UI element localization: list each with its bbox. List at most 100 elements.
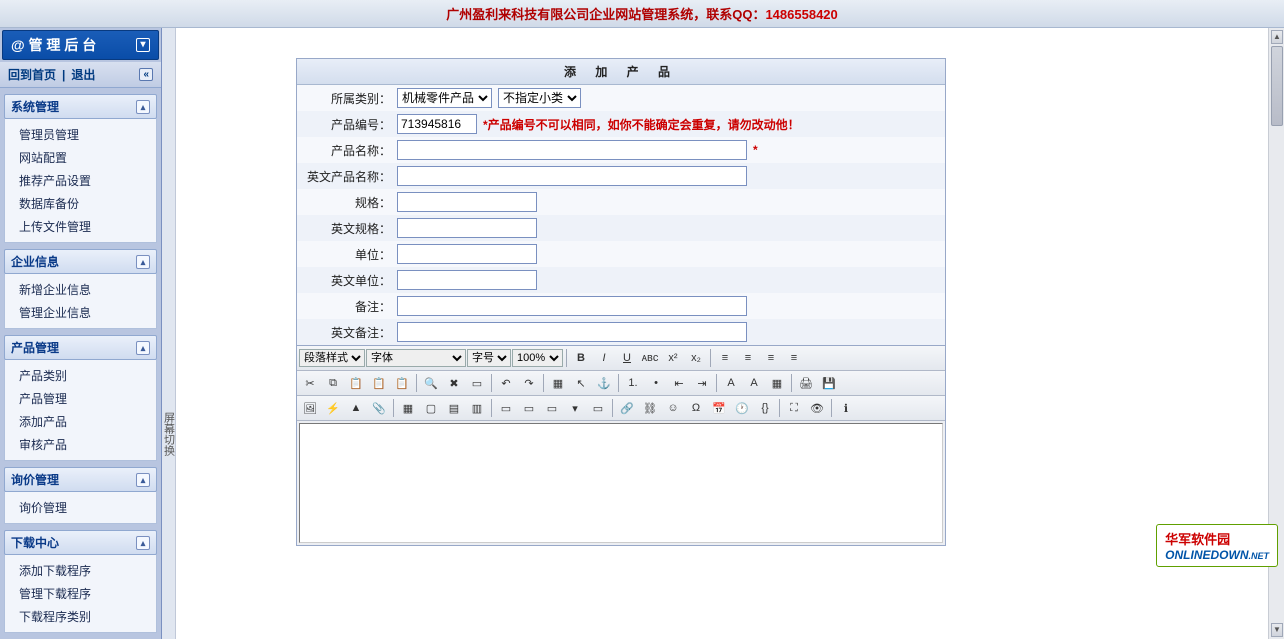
chevron-down-icon[interactable]: ▾ <box>136 38 150 52</box>
editor-textarea[interactable] <box>299 423 943 543</box>
time-icon[interactable]: 🕐 <box>731 398 753 418</box>
spec-en-input[interactable] <box>397 218 537 238</box>
backcolor-icon[interactable]: A <box>743 373 765 393</box>
menu-header-company[interactable]: 企业信息 ▴ <box>4 249 157 274</box>
scroll-thumb[interactable] <box>1271 46 1283 126</box>
menu-header-download[interactable]: 下载中心 ▴ <box>4 530 157 555</box>
menu-header-product[interactable]: 产品管理 ▴ <box>4 335 157 360</box>
copy-icon[interactable]: ⧉ <box>322 373 344 393</box>
paste-word-icon[interactable]: 📋 <box>391 373 413 393</box>
superscript-icon[interactable]: x² <box>662 348 684 368</box>
subscript-icon[interactable]: x₂ <box>685 348 707 368</box>
form-icon[interactable]: ▭ <box>495 398 517 418</box>
undo-icon[interactable]: ↶ <box>495 373 517 393</box>
font-family-select[interactable]: 字体 <box>366 349 466 367</box>
date-icon[interactable]: 📅 <box>708 398 730 418</box>
flash-icon[interactable]: ⚡ <box>322 398 344 418</box>
select-all-icon[interactable]: ▦ <box>547 373 569 393</box>
scroll-up-icon[interactable]: ▲ <box>1271 30 1283 44</box>
unordered-list-icon[interactable]: • <box>645 373 667 393</box>
sidebar-item-managecompany[interactable]: 管理企业信息 <box>5 301 156 324</box>
sidebar-item-addcompany[interactable]: 新增企业信息 <box>5 278 156 301</box>
forecolor-icon[interactable]: A <box>720 373 742 393</box>
table-icon[interactable]: ▦ <box>397 398 419 418</box>
align-left-icon[interactable]: ≡ <box>714 348 736 368</box>
sidebar-item-dbbackup[interactable]: 数据库备份 <box>5 192 156 215</box>
font-size-select[interactable]: 字号 <box>467 349 511 367</box>
symbol-icon[interactable]: Ω <box>685 398 707 418</box>
help-icon[interactable]: ℹ <box>835 398 857 418</box>
button-icon[interactable]: ▭ <box>541 398 563 418</box>
attachment-icon[interactable]: 📎 <box>368 398 390 418</box>
image-icon[interactable]: 🖼 <box>299 398 321 418</box>
spec-input[interactable] <box>397 192 537 212</box>
anchor-icon[interactable]: ⚓ <box>593 373 615 393</box>
save-icon[interactable]: 💾 <box>818 373 840 393</box>
remark-en-input[interactable] <box>397 322 747 342</box>
input-icon[interactable]: ▭ <box>518 398 540 418</box>
unlink-icon[interactable]: ⛓ <box>639 398 661 418</box>
select-icon[interactable]: ▾ <box>564 398 586 418</box>
remove-format-icon[interactable]: ✖ <box>443 373 465 393</box>
name-en-input[interactable] <box>397 166 747 186</box>
align-center-icon[interactable]: ≡ <box>737 348 759 368</box>
scroll-down-icon[interactable]: ▼ <box>1271 623 1283 637</box>
media-icon[interactable]: ▲ <box>345 398 367 418</box>
cut-icon[interactable]: ✂ <box>299 373 321 393</box>
sidebar-item-mgrdl[interactable]: 管理下载程序 <box>5 582 156 605</box>
sidebar-item-addprod[interactable]: 添加产品 <box>5 410 156 433</box>
remark-input[interactable] <box>397 296 747 316</box>
link-icon[interactable]: 🔗 <box>616 398 638 418</box>
italic-icon[interactable]: I <box>593 348 615 368</box>
sidebar-item-prodmgr[interactable]: 产品管理 <box>5 387 156 410</box>
unit-input[interactable] <box>397 244 537 264</box>
editor-toolbar-3: 🖼 ⚡ ▲ 📎 ▦ ▢ ▤ ▥ ▭ ▭ ▭ ▾ ▭ 🔗 ⛓ ☺ Ω <box>297 396 945 421</box>
sidebar-item-dlcat[interactable]: 下载程序类别 <box>5 605 156 628</box>
outdent-icon[interactable]: ⇤ <box>668 373 690 393</box>
sidebar-item-siteconfig[interactable]: 网站配置 <box>5 146 156 169</box>
col-icon[interactable]: ▥ <box>466 398 488 418</box>
print-icon[interactable]: 🖨 <box>795 373 817 393</box>
bg-pattern-icon[interactable]: ▦ <box>766 373 788 393</box>
emoji-icon[interactable]: ☺ <box>662 398 684 418</box>
underline-icon[interactable]: U <box>616 348 638 368</box>
align-justify-icon[interactable]: ≡ <box>783 348 805 368</box>
zoom-select[interactable]: 100% <box>512 349 563 367</box>
code-input[interactable] <box>397 114 477 134</box>
indent-icon[interactable]: ⇥ <box>691 373 713 393</box>
para-style-select[interactable]: 段落样式 <box>299 349 365 367</box>
hr-icon[interactable]: ▭ <box>466 373 488 393</box>
align-right-icon[interactable]: ≡ <box>760 348 782 368</box>
sidebar-item-recommend[interactable]: 推荐产品设置 <box>5 169 156 192</box>
unit-en-input[interactable] <box>397 270 537 290</box>
nav-logout[interactable]: 退出 <box>71 66 95 83</box>
ordered-list-icon[interactable]: 1. <box>622 373 644 393</box>
sidebar-item-prodcat[interactable]: 产品类别 <box>5 364 156 387</box>
row-icon[interactable]: ▤ <box>443 398 465 418</box>
sidebar-item-quote[interactable]: 询价管理 <box>5 496 156 519</box>
cursor-icon[interactable]: ↖ <box>570 373 592 393</box>
fullscreen-icon[interactable]: ⛶ <box>783 398 805 418</box>
menu-header-system[interactable]: 系统管理 ▴ <box>4 94 157 119</box>
find-icon[interactable]: 🔍 <box>420 373 442 393</box>
textarea-icon[interactable]: ▭ <box>587 398 609 418</box>
category-sub-select[interactable]: 不指定小类 <box>498 88 581 108</box>
side-toggle[interactable]: 屏幕切换 <box>162 28 176 639</box>
cell-icon[interactable]: ▢ <box>420 398 442 418</box>
sidebar-item-admin[interactable]: 管理员管理 <box>5 123 156 146</box>
sidebar-item-adddl[interactable]: 添加下载程序 <box>5 559 156 582</box>
name-input[interactable] <box>397 140 747 160</box>
paste-text-icon[interactable]: 📋 <box>368 373 390 393</box>
bold-icon[interactable]: B <box>570 348 592 368</box>
redo-icon[interactable]: ↷ <box>518 373 540 393</box>
menu-header-quote[interactable]: 询价管理 ▴ <box>4 467 157 492</box>
paste-icon[interactable]: 📋 <box>345 373 367 393</box>
nav-home[interactable]: 回到首页 <box>8 66 56 83</box>
preview-icon[interactable]: 👁 <box>806 398 828 418</box>
collapse-sidebar-button[interactable]: « <box>139 68 153 81</box>
sidebar-item-auditprod[interactable]: 审核产品 <box>5 433 156 456</box>
code-icon[interactable]: {} <box>754 398 776 418</box>
sidebar-item-upload[interactable]: 上传文件管理 <box>5 215 156 238</box>
category-main-select[interactable]: 机械零件产品 <box>397 88 492 108</box>
strike-icon[interactable]: ᴀʙᴄ <box>639 348 661 368</box>
